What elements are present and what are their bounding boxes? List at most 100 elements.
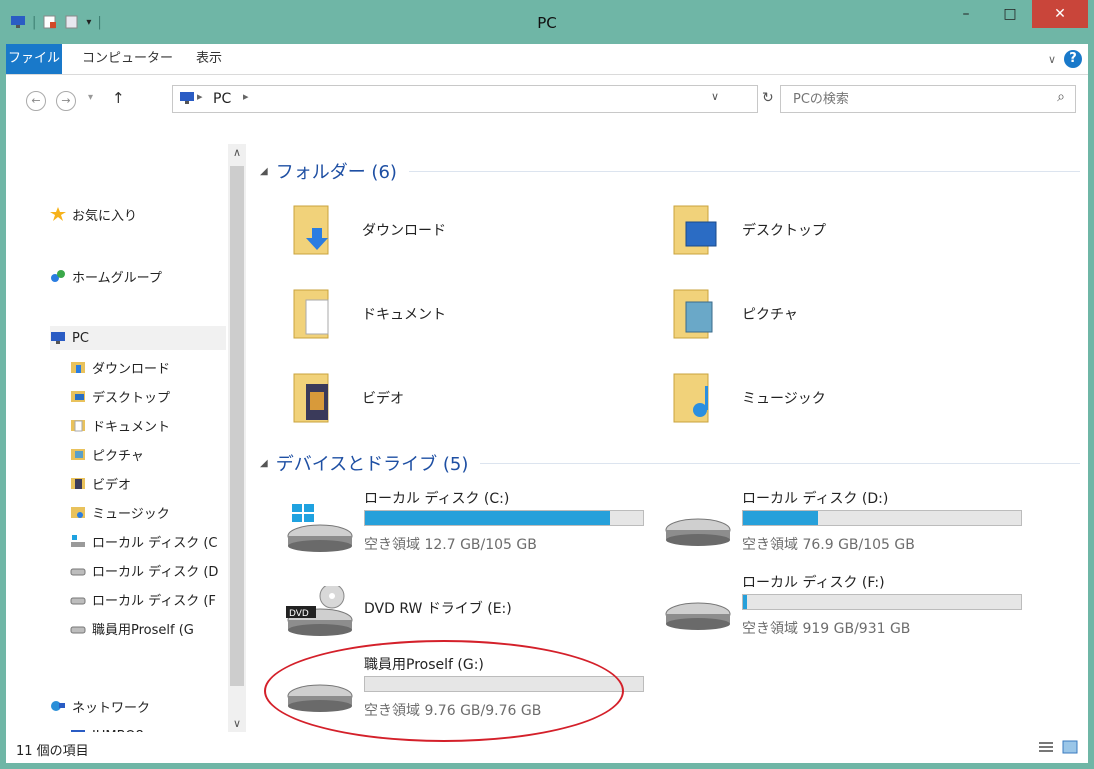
- search-box[interactable]: ⌕: [780, 85, 1076, 113]
- highlight-annotation: [264, 640, 624, 742]
- navigation-pane: お気に入り ホームグループ PC ダウンロード デスクトップ ドキュメント ピク…: [6, 134, 226, 744]
- nav-drive-c[interactable]: ローカル ディスク (C: [70, 529, 226, 553]
- tab-computer[interactable]: コンピューター: [72, 44, 183, 74]
- search-icon[interactable]: ⌕: [1057, 89, 1065, 105]
- system-drive-icon: [70, 534, 86, 548]
- folder-downloads[interactable]: ダウンロード: [290, 202, 446, 258]
- nav-label: ピクチャ: [92, 448, 144, 464]
- devices-group-header[interactable]: ◢ デバイスとドライブ (5): [260, 450, 1080, 476]
- details-view-icon[interactable]: [1038, 740, 1054, 758]
- nav-scrollbar[interactable]: ∧ ∨: [228, 144, 246, 732]
- group-title: フォルダー (6): [275, 162, 397, 183]
- nav-label: お気に入り: [72, 208, 138, 224]
- drive-d[interactable]: ローカル ディスク (D:) 空き領域 76.9 GB/105 GB: [664, 488, 1024, 558]
- address-dropdown-icon[interactable]: ∨: [711, 90, 719, 103]
- folders-group-header[interactable]: ◢ フォルダー (6): [260, 158, 1080, 184]
- nav-label: ローカル ディスク (C: [92, 535, 218, 551]
- capacity-bar: [742, 594, 1022, 610]
- folder-music[interactable]: ミュージック: [670, 370, 826, 426]
- system-drive-icon: [286, 502, 356, 552]
- nav-label: ビデオ: [92, 477, 132, 493]
- tab-file[interactable]: ファイル: [6, 44, 62, 74]
- back-icon[interactable]: ←: [26, 91, 46, 111]
- minimize-button[interactable]: –: [944, 0, 988, 28]
- nav-drive-g[interactable]: 職員用Proself (G: [70, 616, 226, 640]
- dvd-drive-icon: DVD: [286, 583, 356, 636]
- drive-name: ローカル ディスク (D:): [742, 491, 889, 507]
- collapse-icon[interactable]: ◢: [260, 458, 268, 469]
- collapse-icon[interactable]: ◢: [260, 166, 268, 177]
- folder-label: ピクチャ: [742, 307, 798, 323]
- divider: [480, 462, 1080, 464]
- videos-folder-icon: [70, 476, 86, 490]
- nav-network[interactable]: ネットワーク: [50, 694, 150, 718]
- title-bar[interactable]: | ▾ | PC – □ ✕: [0, 0, 1094, 44]
- downloads-folder-icon: [70, 360, 86, 374]
- desktop-folder-icon: [70, 389, 86, 403]
- scrollbar-thumb[interactable]: [230, 166, 244, 686]
- documents-folder-icon: [290, 286, 340, 342]
- forward-icon[interactable]: →: [56, 91, 76, 111]
- music-folder-icon: [70, 505, 86, 519]
- breadcrumb-arrow-icon[interactable]: ▸: [197, 90, 203, 103]
- nav-label: 職員用Proself (G: [92, 622, 194, 638]
- explorer-window: | ▾ | PC – □ ✕ ファイル コンピューター 表示 ∨ ? ← → ▾…: [0, 0, 1094, 769]
- pc-icon: [50, 331, 66, 345]
- nav-pictures[interactable]: ピクチャ: [70, 442, 144, 466]
- tab-view[interactable]: 表示: [186, 44, 232, 74]
- item-count: 11 個の項目: [16, 744, 89, 759]
- scroll-down-icon[interactable]: ∨: [228, 717, 246, 730]
- search-input[interactable]: [791, 89, 1035, 109]
- capacity-bar: [742, 510, 1022, 526]
- nav-homegroup[interactable]: ホームグループ: [50, 264, 162, 288]
- scroll-up-icon[interactable]: ∧: [228, 146, 246, 159]
- breadcrumb-arrow-icon[interactable]: ▸: [243, 90, 249, 103]
- window-controls: – □ ✕: [944, 0, 1088, 28]
- capacity-fill: [743, 595, 747, 609]
- folder-pictures[interactable]: ピクチャ: [670, 286, 798, 342]
- nav-label: PC: [72, 330, 89, 346]
- folder-documents[interactable]: ドキュメント: [290, 286, 446, 342]
- breadcrumb-pc[interactable]: PC: [213, 91, 231, 107]
- star-icon: [50, 207, 66, 221]
- drive-icon: [70, 621, 86, 635]
- nav-favorites[interactable]: お気に入り: [50, 202, 137, 226]
- nav-music[interactable]: ミュージック: [70, 500, 170, 524]
- nav-label: ドキュメント: [92, 419, 171, 435]
- expand-ribbon-icon[interactable]: ∨: [1048, 53, 1056, 66]
- folder-label: ミュージック: [742, 391, 826, 407]
- maximize-button[interactable]: □: [988, 0, 1032, 28]
- nav-videos[interactable]: ビデオ: [70, 471, 131, 495]
- refresh-icon[interactable]: ↻: [762, 90, 774, 106]
- drive-f[interactable]: ローカル ディスク (F:) 空き領域 919 GB/931 GB: [664, 572, 1024, 642]
- nav-pc[interactable]: PC: [50, 326, 226, 350]
- folder-videos[interactable]: ビデオ: [290, 370, 404, 426]
- nav-desktop[interactable]: デスクトップ: [70, 384, 170, 408]
- svg-text:DVD: DVD: [289, 609, 309, 619]
- nav-documents[interactable]: ドキュメント: [70, 413, 170, 437]
- network-icon: [50, 699, 66, 713]
- close-button[interactable]: ✕: [1032, 0, 1088, 28]
- large-icons-view-icon[interactable]: [1062, 740, 1078, 758]
- drive-icon: [70, 563, 86, 577]
- drive-c[interactable]: ローカル ディスク (C:) 空き領域 12.7 GB/105 GB: [286, 488, 646, 558]
- recent-locations-icon[interactable]: ▾: [88, 92, 93, 103]
- folder-desktop[interactable]: デスクトップ: [670, 202, 826, 258]
- folder-label: ビデオ: [362, 391, 404, 407]
- nav-downloads[interactable]: ダウンロード: [70, 355, 170, 379]
- nav-drive-d[interactable]: ローカル ディスク (D: [70, 558, 226, 582]
- status-bar: 11 個の項目: [6, 732, 1088, 763]
- drive-name: DVD RW ドライブ (E:): [364, 601, 512, 617]
- nav-drive-f[interactable]: ローカル ディスク (F: [70, 587, 226, 611]
- free-space: 空き領域 12.7 GB/105 GB: [364, 537, 537, 553]
- drive-icon: [664, 502, 734, 552]
- pc-icon: [179, 91, 195, 109]
- help-icon[interactable]: ?: [1064, 50, 1082, 68]
- nav-label: ミュージック: [92, 506, 170, 522]
- address-box[interactable]: ▸ PC ▸ ∨: [172, 85, 758, 113]
- homegroup-icon: [50, 269, 66, 283]
- nav-label: デスクトップ: [92, 390, 171, 406]
- drive-e[interactable]: DVD DVD RW ドライブ (E:): [286, 572, 646, 642]
- folder-label: ダウンロード: [362, 223, 446, 239]
- up-icon[interactable]: ↑: [112, 89, 125, 107]
